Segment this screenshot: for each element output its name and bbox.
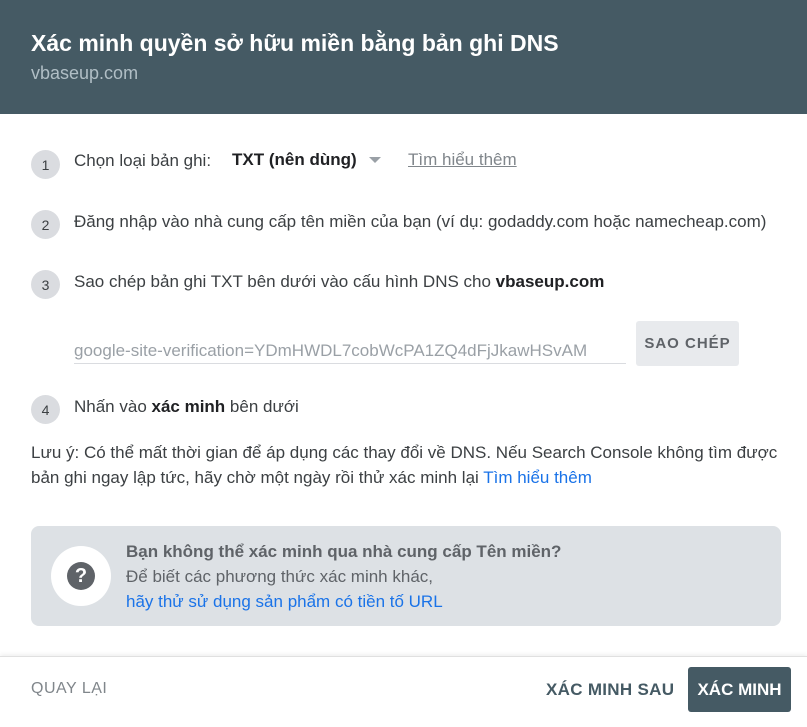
help-text: Để biết các phương thức xác minh khác, bbox=[126, 567, 433, 586]
help-circle: ? bbox=[51, 546, 111, 606]
step-2-text: Đăng nhập vào nhà cung cấp tên miền của … bbox=[74, 212, 767, 231]
step-4-text: Nhấn vào xác minh bên dưới bbox=[74, 397, 299, 417]
record-type-select[interactable]: TXT (nên dùng) bbox=[232, 150, 381, 170]
dialog-title: Xác minh quyền sở hữu miền bằng bản ghi … bbox=[31, 30, 559, 56]
url-prefix-link[interactable]: hãy thử sử dụng sản phẩm có tiền tố URL bbox=[126, 592, 443, 612]
verify-later-button[interactable]: XÁC MINH SAU bbox=[546, 680, 674, 700]
learn-more-link[interactable]: Tìm hiểu thêm bbox=[408, 150, 517, 170]
step-1-number: 1 bbox=[31, 150, 60, 179]
dialog-header: Xác minh quyền sở hữu miền bằng bản ghi … bbox=[0, 0, 807, 114]
verify-button[interactable]: XÁC MINH bbox=[688, 667, 791, 712]
step-2-number: 2 bbox=[31, 210, 60, 239]
step-3-domain: vbaseup.com bbox=[495, 272, 605, 291]
alternative-verification-box: ? Bạn không thể xác minh qua nhà cung cấ… bbox=[31, 526, 781, 626]
domain-subtitle: vbaseup.com bbox=[31, 63, 139, 83]
dropdown-caret-icon bbox=[368, 157, 381, 163]
copy-button[interactable]: SAO CHÉP bbox=[636, 321, 739, 366]
help-icon: ? bbox=[67, 562, 95, 590]
step-3-text: Sao chép bản ghi TXT bên dưới vào cấu hì… bbox=[74, 272, 604, 292]
back-button[interactable]: QUAY LẠI bbox=[31, 680, 107, 698]
note-text: Lưu ý: Có thể mất thời gian để áp dụng c… bbox=[31, 443, 778, 487]
note-learn-more-link[interactable]: Tìm hiểu thêm bbox=[483, 468, 592, 487]
help-title: Bạn không thể xác minh qua nhà cung cấp … bbox=[126, 542, 562, 561]
step-4-label: Nhấn vào bbox=[74, 397, 152, 416]
step-4-bold: xác minh bbox=[151, 397, 226, 416]
record-type-value: TXT (nên dùng) bbox=[232, 150, 357, 169]
dialog-footer bbox=[0, 656, 807, 727]
step-3-number: 3 bbox=[31, 270, 60, 299]
dns-note: Lưu ý: Có thể mất thời gian để áp dụng c… bbox=[31, 440, 781, 490]
step-3-label: Sao chép bản ghi TXT bên dưới vào cấu hì… bbox=[74, 272, 496, 291]
step-1-text: Chọn loại bản ghi: bbox=[74, 151, 212, 170]
step-4-after: bên dưới bbox=[225, 397, 299, 416]
txt-record-field[interactable] bbox=[74, 339, 626, 364]
step-4-number: 4 bbox=[31, 395, 60, 424]
